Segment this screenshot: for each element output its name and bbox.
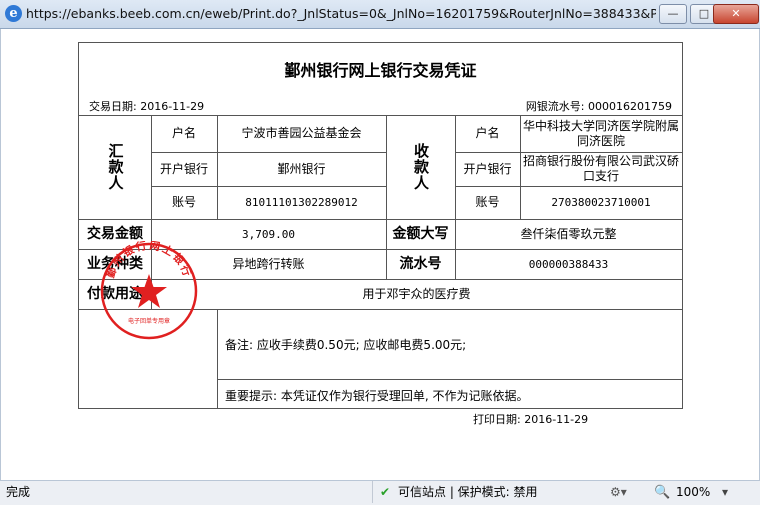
payee-account: 270380023710001 xyxy=(551,196,651,209)
payer-bank: 鄞州银行 xyxy=(277,161,326,176)
receipt-title: 鄞州银行网上银行交易凭证 xyxy=(284,61,477,80)
purpose-value: 用于邓宇众的医疗费 xyxy=(362,286,471,301)
seal-star xyxy=(131,274,167,308)
bank-seal-stamp: 鄞州银行网上银行 电子回单专用章 xyxy=(100,241,198,340)
payer-section-label: 汇款人 xyxy=(106,143,125,191)
payer-account-label: 账号 xyxy=(171,195,196,209)
payee-account-label: 账号 xyxy=(475,195,500,209)
payee-bank: 招商银行股份有限公司武汉硚口支行 xyxy=(523,154,680,183)
important-notice: 重要提示: 本凭证仅作为银行受理回单, 不作为记账依据。 xyxy=(225,389,529,403)
status-divider xyxy=(372,481,373,503)
trade-date: 交易日期: 2016-11-29 xyxy=(89,100,205,113)
payee-name: 华中科技大学同济医学院附属同济医院 xyxy=(523,118,680,148)
payer-name: 宁波市善园公益基金会 xyxy=(241,126,362,140)
remark-text: 备注: 应收手续费0.50元; 应收邮电费5.00元; xyxy=(225,338,467,352)
settings-icon[interactable]: ⚙▾ xyxy=(610,481,627,503)
grid-line xyxy=(217,309,218,409)
serial-number: 网银流水号: 000016201759 xyxy=(525,100,672,113)
seal-arc-text: 鄞州银行网上银行 xyxy=(104,241,195,280)
checkmark-icon: ✔ xyxy=(380,485,391,499)
seal-bottom-text: 电子回单专用章 xyxy=(128,317,170,325)
flow-no-label: 流水号 xyxy=(399,255,442,272)
grid-line xyxy=(217,379,682,380)
amount-upper-value: 叁仟柒佰零玖元整 xyxy=(520,226,617,241)
status-bar: 完成 ✔ 可信站点 | 保护模式: 禁用 ⚙▾ 🔍 100% ▾ xyxy=(0,480,760,505)
window-url: https://ebanks.beeb.com.cn/eweb/Print.do… xyxy=(26,6,656,21)
status-text: 完成 xyxy=(6,485,31,499)
close-button[interactable]: ✕ xyxy=(713,4,759,24)
payer-bank-label: 开户银行 xyxy=(159,161,208,176)
minimize-button[interactable]: — xyxy=(659,4,687,24)
payee-bank-label: 开户银行 xyxy=(463,161,512,176)
print-date: 打印日期: 2016-11-29 xyxy=(473,413,589,426)
payer-name-label: 户名 xyxy=(171,126,196,140)
flow-no-value: 000000388433 xyxy=(528,257,609,271)
security-zone-status[interactable]: 可信站点 | 保护模式: 禁用 xyxy=(398,481,538,503)
zoom-dropdown-icon[interactable]: ▾ xyxy=(722,481,728,503)
page-content: 鄞州银行网上银行交易凭证 交易日期: 2016-11-29 网银流水号: 000… xyxy=(0,29,760,480)
zoom-level[interactable]: 100% xyxy=(676,481,710,503)
payer-account: 81011101302289012 xyxy=(245,196,358,209)
zoom-icon: 🔍 xyxy=(654,485,671,500)
payee-section-label: 收款人 xyxy=(412,143,430,191)
window-title-bar: e https://ebanks.beeb.com.cn/eweb/Print.… xyxy=(0,0,760,29)
receipt: 鄞州银行网上银行交易凭证 交易日期: 2016-11-29 网银流水号: 000… xyxy=(78,42,683,409)
payee-name-label: 户名 xyxy=(475,126,500,140)
browser-icon: e xyxy=(5,5,22,22)
amount-upper-label: 金额大写 xyxy=(392,225,449,242)
